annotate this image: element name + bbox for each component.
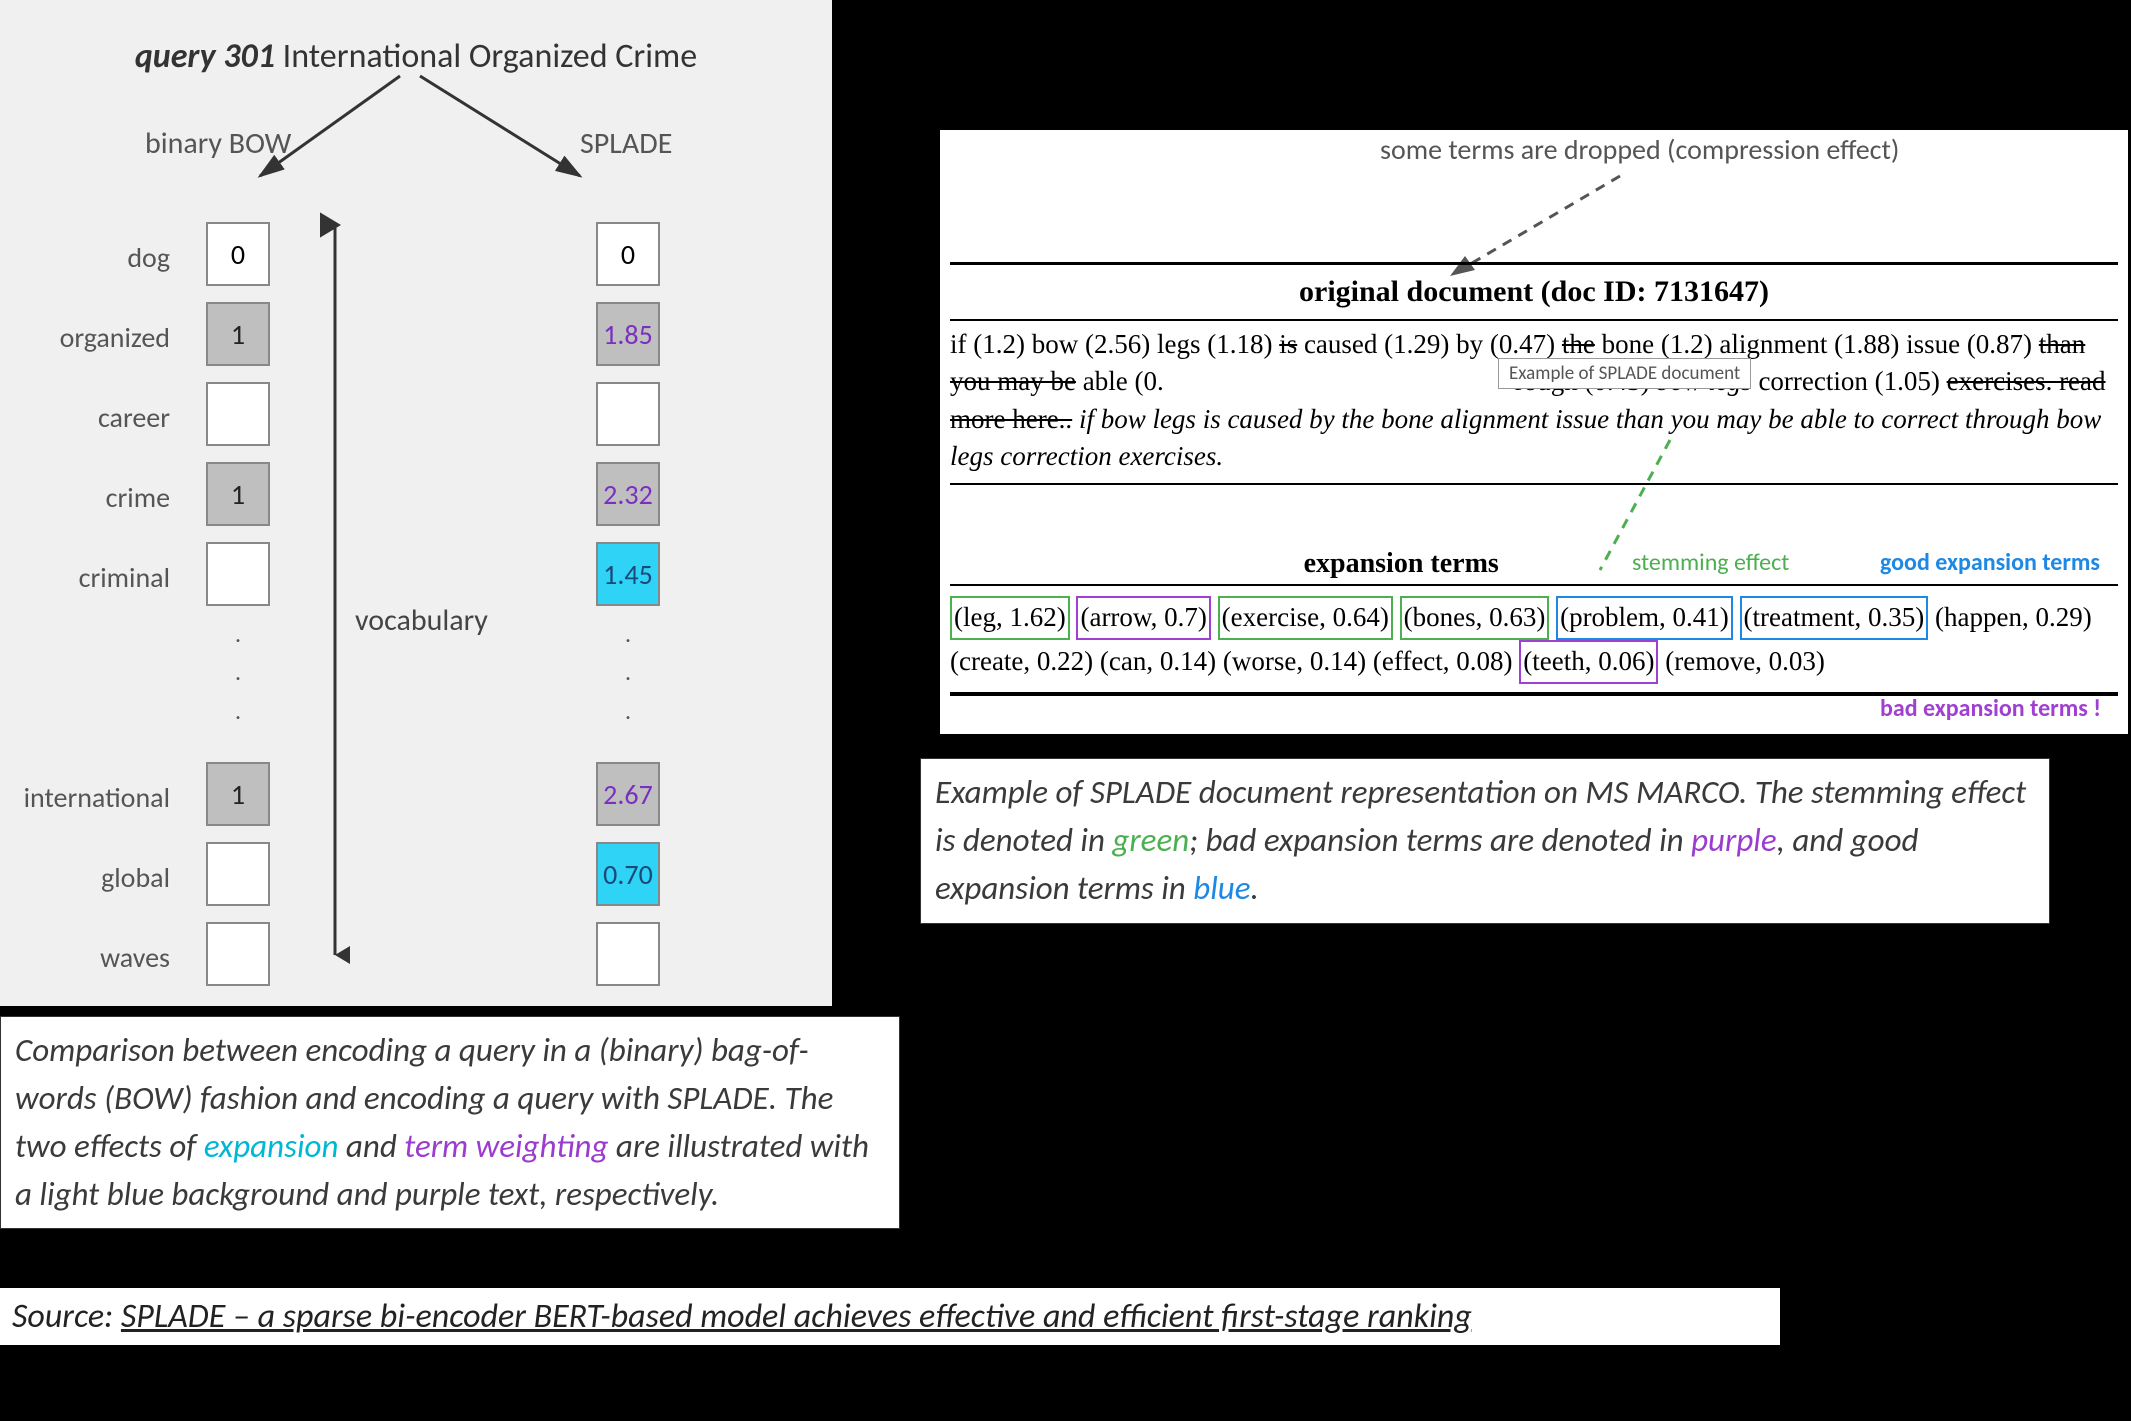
caption-left: Comparison between encoding a query in a… bbox=[0, 1016, 900, 1229]
ellipsis-icon: ... bbox=[608, 616, 648, 731]
caption-text-expansion: expansion bbox=[204, 1126, 339, 1166]
ellipsis-icon: ... bbox=[218, 616, 258, 731]
term-label-dog: dog bbox=[0, 240, 170, 275]
document-body: if (1.2) bow (2.56) legs (1.18) is cause… bbox=[950, 326, 2118, 485]
dropped-terms-label: some terms are dropped (compression effe… bbox=[1380, 132, 1899, 167]
caption-text-purple: purple bbox=[1691, 820, 1777, 860]
exp-term-happen: (happen, 0.29) bbox=[1935, 602, 2092, 632]
exp-term-problem: (problem, 0.41) bbox=[1556, 596, 1733, 640]
exp-term-worse: (worse, 0.14) bbox=[1223, 646, 1366, 676]
exp-term-can: (can, 0.14) bbox=[1100, 646, 1216, 676]
bow-cell-career bbox=[206, 382, 270, 446]
exp-term-remove: (remove, 0.03) bbox=[1665, 646, 1825, 676]
exp-term-arrow: (arrow, 0.7) bbox=[1076, 596, 1210, 640]
splade-document-panel: some terms are dropped (compression effe… bbox=[938, 128, 2130, 736]
bow-cell-crime: 1 bbox=[206, 462, 270, 526]
bow-cell-waves bbox=[206, 922, 270, 986]
caption-text-green: green bbox=[1112, 820, 1189, 860]
term-label-organized: organized bbox=[0, 320, 170, 355]
bow-cell-organized: 1 bbox=[206, 302, 270, 366]
source-link[interactable]: SPLADE – a sparse bi-encoder BERT-based … bbox=[121, 1296, 1472, 1337]
bow-vs-splade-panel: query 301 International Organized Crime … bbox=[0, 0, 832, 1006]
bow-cell-global bbox=[206, 842, 270, 906]
expansion-title: expansion terms bbox=[950, 548, 1592, 580]
exp-term-treatment: (treatment, 0.35) bbox=[1740, 596, 1929, 640]
term-label-crime: crime bbox=[0, 480, 170, 515]
expansion-body: (leg, 1.62) (arrow, 0.7) (exercise, 0.64… bbox=[950, 596, 2118, 696]
bow-cell-dog: 0 bbox=[206, 222, 270, 286]
exp-term-exercise: (exercise, 0.64) bbox=[1218, 596, 1393, 640]
bow-cell-criminal bbox=[206, 542, 270, 606]
splade-cell-career bbox=[596, 382, 660, 446]
splade-cell-criminal: 1.45 bbox=[596, 542, 660, 606]
exp-term-leg: (leg, 1.62) bbox=[950, 596, 1070, 640]
caption-right: Example of SPLADE document representatio… bbox=[920, 758, 2050, 924]
splade-cell-dog: 0 bbox=[596, 222, 660, 286]
caption-text-blue: blue bbox=[1193, 868, 1250, 908]
caption-text-termweighting: term weighting bbox=[404, 1126, 608, 1166]
document-title: original document (doc ID: 7131647) bbox=[950, 262, 2118, 321]
good-expansion-label: good expansion terms bbox=[1880, 548, 2100, 577]
exp-term-create: (create, 0.22) bbox=[950, 646, 1093, 676]
term-label-global: global bbox=[0, 860, 170, 895]
source-line: Source: SPLADE – a sparse bi-encoder BER… bbox=[0, 1288, 1780, 1345]
term-label-waves: waves bbox=[0, 940, 170, 975]
term-label-international: international bbox=[0, 780, 170, 815]
splade-cell-organized: 1.85 bbox=[596, 302, 660, 366]
vocabulary-double-arrow-icon bbox=[320, 210, 350, 970]
splade-cell-global: 0.70 bbox=[596, 842, 660, 906]
stemming-effect-label: stemming effect bbox=[1632, 548, 1789, 577]
vocabulary-label: vocabulary bbox=[355, 602, 488, 639]
source-prefix: Source: bbox=[12, 1296, 121, 1337]
splade-cell-international: 2.67 bbox=[596, 762, 660, 826]
caption-text: ; bad expansion terms are denoted in bbox=[1189, 820, 1691, 860]
exp-term-effect: (effect, 0.08) bbox=[1373, 646, 1513, 676]
term-label-criminal: criminal bbox=[0, 560, 170, 595]
term-label-career: career bbox=[0, 400, 170, 435]
caption-text: and bbox=[338, 1126, 404, 1166]
caption-text: . bbox=[1251, 868, 1259, 908]
splade-cell-crime: 2.32 bbox=[596, 462, 660, 526]
tooltip: Example of SPLADE document bbox=[1498, 358, 1751, 389]
exp-term-teeth: (teeth, 0.06) bbox=[1519, 640, 1658, 684]
branch-arrows-icon bbox=[200, 66, 620, 196]
splade-cell-waves bbox=[596, 922, 660, 986]
bad-expansion-label: bad expansion terms ! bbox=[1880, 694, 2101, 723]
exp-term-bones: (bones, 0.63) bbox=[1400, 596, 1550, 640]
bow-cell-international: 1 bbox=[206, 762, 270, 826]
